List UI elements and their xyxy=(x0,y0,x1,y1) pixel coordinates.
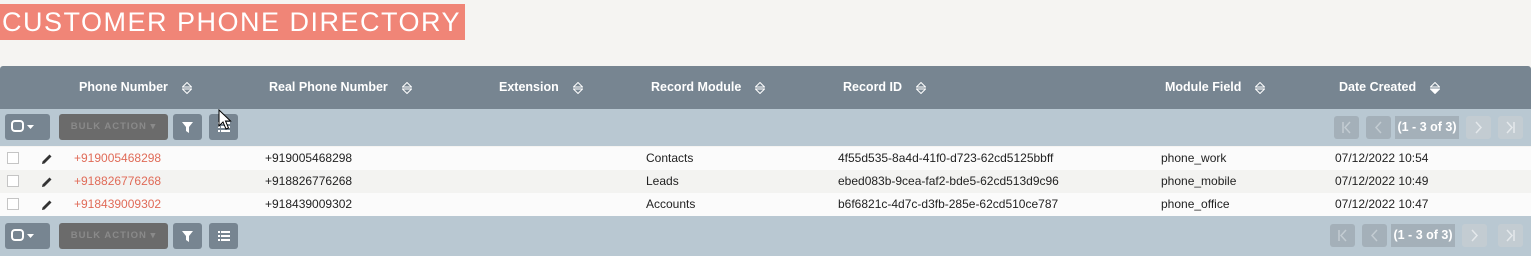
sort-both-icon[interactable] xyxy=(181,81,192,94)
real-phone-number: +918826776268 xyxy=(265,174,353,188)
toolbar-bottom: BULK ACTION ▾ (1 - 3 of 3) xyxy=(0,216,1531,256)
column-label: Real Phone Number xyxy=(269,80,388,94)
record-id: b6f6821c-4d7c-d3fb-285e-62cd510ce787 xyxy=(838,197,1059,211)
row-checkbox[interactable] xyxy=(7,175,19,187)
table-row: +918439009302 +918439009302 Accounts b6f… xyxy=(0,193,1531,216)
sort-both-icon[interactable] xyxy=(1255,81,1266,94)
list-icon xyxy=(218,231,230,241)
last-page-icon xyxy=(1506,121,1515,134)
last-page-button[interactable] xyxy=(1498,224,1523,247)
select-checkbox-icon xyxy=(11,229,34,241)
pagination-count: (1 - 3 of 3) xyxy=(1395,116,1459,139)
record-module: Contacts xyxy=(646,151,694,165)
select-all-dropdown[interactable] xyxy=(5,223,50,249)
sort-desc-icon[interactable] xyxy=(1430,81,1441,94)
column-label: Phone Number xyxy=(79,80,168,94)
bulk-action-button[interactable]: BULK ACTION ▾ xyxy=(59,223,168,249)
row-checkbox[interactable] xyxy=(7,198,19,210)
filter-button[interactable] xyxy=(173,114,202,140)
column-label: Extension xyxy=(499,80,559,94)
first-page-button[interactable] xyxy=(1334,116,1359,139)
date-created: 07/12/2022 10:47 xyxy=(1335,197,1429,211)
column-header-real-phone-number[interactable]: Real Phone Number xyxy=(269,66,412,109)
first-page-button[interactable] xyxy=(1330,224,1355,247)
date-created: 07/12/2022 10:54 xyxy=(1335,151,1429,165)
last-page-icon xyxy=(1506,229,1515,242)
sort-both-icon[interactable] xyxy=(755,81,766,94)
column-header-extension[interactable]: Extension xyxy=(499,66,583,109)
record-id: 4f55d535-8a4d-41f0-d723-62cd5125bbff xyxy=(838,151,1054,165)
previous-page-button[interactable] xyxy=(1362,224,1387,247)
select-checkbox-icon xyxy=(11,120,34,132)
filter-button[interactable] xyxy=(173,223,202,249)
module-field: phone_mobile xyxy=(1161,174,1237,188)
column-header-record-module[interactable]: Record Module xyxy=(651,66,766,109)
bulk-action-label: BULK ACTION xyxy=(70,230,147,241)
chevron-left-icon xyxy=(1374,121,1382,134)
phone-number-link[interactable]: +918439009302 xyxy=(74,193,161,216)
previous-page-button[interactable] xyxy=(1366,116,1391,139)
column-label: Date Created xyxy=(1339,80,1417,94)
next-page-button[interactable] xyxy=(1466,116,1491,139)
caret-down-icon: ▾ xyxy=(150,121,157,132)
record-id: ebed083b-9cea-faf2-bde5-62cd513d9c96 xyxy=(838,174,1059,188)
module-field: phone_work xyxy=(1161,151,1227,165)
real-phone-number: +918439009302 xyxy=(265,197,353,211)
record-module: Accounts xyxy=(646,197,696,211)
record-module: Leads xyxy=(646,174,679,188)
column-label: Module Field xyxy=(1165,80,1242,94)
chevron-right-icon xyxy=(1475,121,1483,134)
real-phone-number: +919005468298 xyxy=(265,151,353,165)
caret-down-icon: ▾ xyxy=(150,230,157,241)
filter-icon xyxy=(182,231,193,242)
phone-number-link[interactable]: +919005468298 xyxy=(74,147,161,170)
filter-icon xyxy=(182,122,193,133)
column-label: Record ID xyxy=(843,80,903,94)
column-header-module-field[interactable]: Module Field xyxy=(1165,66,1266,109)
column-header-phone-number[interactable]: Phone Number xyxy=(79,66,192,109)
column-header-date-created[interactable]: Date Created xyxy=(1339,66,1441,109)
chevron-left-icon xyxy=(1370,229,1378,242)
column-header-record-id[interactable]: Record ID xyxy=(843,66,927,109)
edit-pencil-icon[interactable] xyxy=(40,152,54,166)
first-page-icon xyxy=(1338,229,1347,242)
chevron-right-icon xyxy=(1471,229,1479,242)
mouse-cursor-icon xyxy=(218,109,232,130)
page-title: CUSTOMER PHONE DIRECTORY xyxy=(0,4,466,40)
sort-both-icon[interactable] xyxy=(401,81,412,94)
select-all-dropdown[interactable] xyxy=(5,114,50,140)
sort-both-icon[interactable] xyxy=(572,81,583,94)
module-field: phone_office xyxy=(1161,197,1230,211)
table-header: Phone Number Real Phone Number Extension… xyxy=(0,66,1531,109)
table-row: +918826776268 +918826776268 Leads ebed08… xyxy=(0,170,1531,193)
edit-pencil-icon[interactable] xyxy=(40,198,54,212)
pagination-count: (1 - 3 of 3) xyxy=(1391,224,1455,247)
column-label: Record Module xyxy=(651,80,742,94)
bulk-action-button[interactable]: BULK ACTION ▾ xyxy=(59,114,168,140)
first-page-icon xyxy=(1342,121,1351,134)
phone-number-link[interactable]: +918826776268 xyxy=(74,170,161,193)
sort-both-icon[interactable] xyxy=(916,81,927,94)
next-page-button[interactable] xyxy=(1462,224,1487,247)
column-chooser-button[interactable] xyxy=(209,223,238,249)
date-created: 07/12/2022 10:49 xyxy=(1335,174,1429,188)
edit-pencil-icon[interactable] xyxy=(40,175,54,189)
bulk-action-label: BULK ACTION xyxy=(70,121,147,132)
table-row: +919005468298 +919005468298 Contacts 4f5… xyxy=(0,147,1531,170)
row-checkbox[interactable] xyxy=(7,152,19,164)
last-page-button[interactable] xyxy=(1498,116,1523,139)
